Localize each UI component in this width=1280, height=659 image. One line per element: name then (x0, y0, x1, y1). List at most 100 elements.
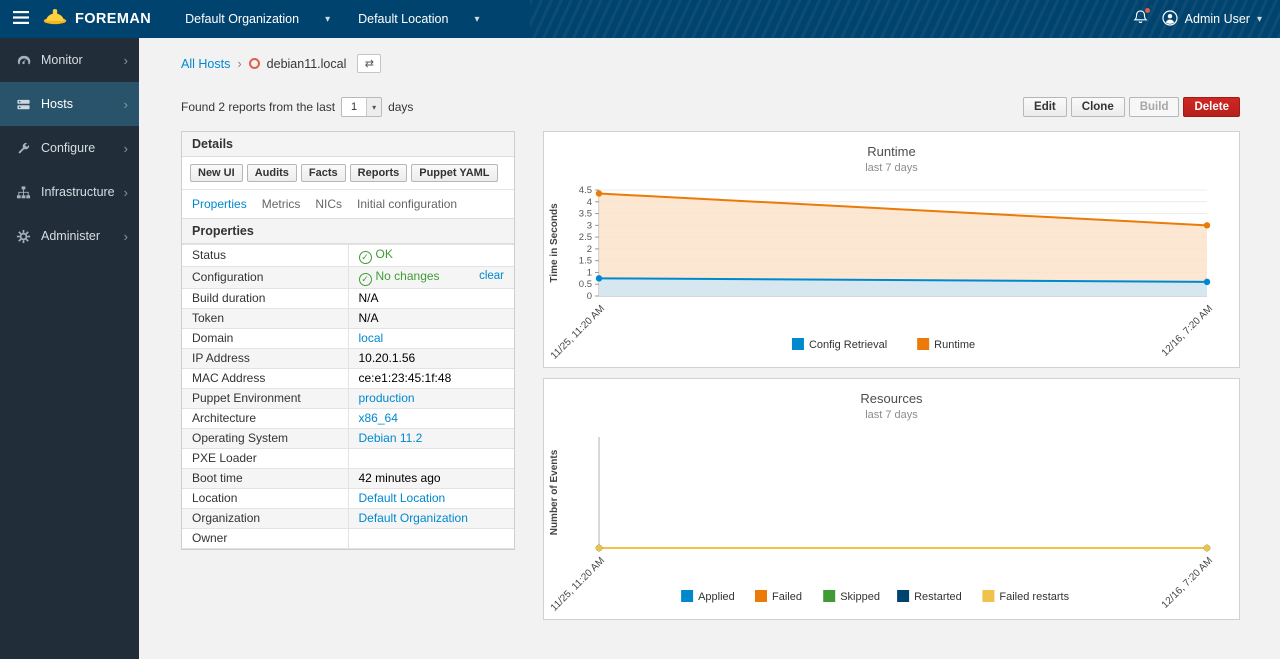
brand[interactable]: FOREMAN (42, 7, 151, 31)
menu-toggle-button[interactable] (0, 0, 42, 38)
sidebar-item-configure[interactable]: Configure › (0, 126, 139, 170)
sidebar-item-label: Infrastructure (41, 185, 115, 199)
reports-text-prefix: Found 2 reports from the last (181, 100, 335, 114)
edit-button[interactable]: Edit (1023, 97, 1067, 117)
legend-item[interactable]: Applied (681, 590, 735, 603)
reports-text-suffix: days (388, 100, 413, 114)
svg-text:2: 2 (587, 244, 592, 255)
puppet-environment-link[interactable]: production (359, 391, 415, 405)
sidebar-item-infrastructure[interactable]: Infrastructure › (0, 170, 139, 214)
property-row-status: Status ✓OK (182, 245, 514, 267)
puppet-yaml-button[interactable]: Puppet YAML (411, 164, 497, 182)
legend-label: Failed (772, 591, 802, 603)
host-action-buttons: Edit Clone Build Delete (1023, 97, 1240, 117)
svg-text:3: 3 (587, 220, 592, 231)
property-row-pxe-loader: PXE Loader (182, 449, 514, 469)
property-value: 42 minutes ago (359, 471, 441, 485)
x-tick-label: 12/16, 7:20 AM (1160, 555, 1215, 610)
resources-chart-subtitle: last 7 days (544, 409, 1239, 421)
caret-down-icon: ▾ (1257, 14, 1262, 25)
property-value: 10.20.1.56 (359, 351, 416, 365)
architecture-link[interactable]: x86_64 (359, 411, 398, 425)
tab-metrics[interactable]: Metrics (262, 197, 301, 211)
details-buttons: New UI Audits Facts Reports Puppet YAML (182, 157, 514, 190)
caret-down-icon: ▾ (366, 98, 381, 116)
organization-link[interactable]: Default Organization (359, 511, 468, 525)
clear-link[interactable]: clear (479, 269, 504, 284)
clone-button[interactable]: Clone (1071, 97, 1125, 117)
x-tick-label: 11/25, 11:20 AM (549, 555, 607, 613)
resources-chart: 11/25, 11:20 AM 12/16, 7:20 AM Number of E… (544, 423, 1239, 613)
chevron-right-icon: › (124, 97, 139, 112)
breadcrumb-all-hosts-link[interactable]: All Hosts (181, 57, 230, 71)
property-row-architecture: Architecture x86_64 (182, 409, 514, 429)
operating-system-link[interactable]: Debian 11.2 (359, 431, 423, 445)
property-label: IP Address (182, 349, 348, 369)
configure-wrench-icon (14, 141, 32, 156)
svg-text:1.5: 1.5 (579, 256, 592, 267)
y-axis-label: Number of Events (549, 449, 560, 535)
days-select-value: 1 (342, 98, 366, 116)
tab-properties[interactable]: Properties (192, 197, 247, 211)
chevron-right-icon: › (124, 141, 139, 156)
sidebar-item-administer[interactable]: Administer › (0, 214, 139, 258)
breadcrumb-separator-icon: › (237, 56, 241, 71)
legend-item[interactable]: Restarted (897, 590, 962, 603)
chevron-right-icon: › (124, 185, 139, 200)
switch-arrows-icon: ⇄ (365, 57, 374, 70)
property-label: Token (182, 309, 348, 329)
property-row-boot-time: Boot time 42 minutes ago (182, 469, 514, 489)
administer-gear-icon (14, 229, 32, 244)
hosts-server-icon (14, 97, 32, 112)
days-select[interactable]: 1 ▾ (341, 97, 382, 117)
legend-item[interactable]: Failed (755, 590, 802, 603)
property-row-puppet-environment: Puppet Environment production (182, 389, 514, 409)
notifications-button[interactable] (1133, 9, 1148, 30)
org-selector[interactable]: Default Organization ▾ (171, 0, 344, 38)
details-panel-header: Details (182, 132, 514, 157)
audits-button[interactable]: Audits (247, 164, 297, 182)
legend-item[interactable]: Runtime (917, 338, 975, 351)
domain-link[interactable]: local (359, 331, 384, 345)
new-ui-button[interactable]: New UI (190, 164, 243, 182)
user-menu[interactable]: Admin User ▾ (1162, 10, 1262, 29)
property-label: Status (182, 245, 348, 267)
tab-initial-configuration[interactable]: Initial configuration (357, 197, 457, 211)
property-row-configuration: Configuration clear✓No changes (182, 267, 514, 289)
top-navbar: FOREMAN Default Organization ▾ Default L… (0, 0, 1280, 38)
tab-nics[interactable]: NICs (315, 197, 342, 211)
svg-text:4: 4 (587, 197, 592, 208)
property-row-operating-system: Operating System Debian 11.2 (182, 429, 514, 449)
sidebar-item-hosts[interactable]: Hosts › (0, 82, 139, 126)
data-point (596, 190, 602, 196)
org-selector-label: Default Organization (185, 12, 299, 26)
legend-label: Runtime (934, 339, 975, 351)
location-link[interactable]: Default Location (359, 491, 446, 505)
data-point (1204, 279, 1210, 285)
ui-switcher-button[interactable]: ⇄ (357, 54, 381, 73)
build-button[interactable]: Build (1129, 97, 1180, 117)
foreman-logo-icon (42, 7, 68, 31)
user-icon (1162, 10, 1178, 29)
legend-item[interactable]: Config Retrieval (792, 338, 887, 351)
x-tick-label: 11/25, 11:20 AM (549, 303, 607, 361)
x-tick-label: 12/16, 7:20 AM (1160, 303, 1215, 358)
details-tabs: Properties Metrics NICs Initial configur… (182, 190, 514, 218)
status-ok-icon: ✓ (359, 251, 372, 264)
data-point (1204, 222, 1210, 228)
chevron-right-icon: › (124, 53, 139, 68)
main-content: All Hosts › debian11.local ⇄ Found 2 rep… (139, 38, 1280, 659)
delete-button[interactable]: Delete (1183, 97, 1240, 117)
resources-chart-title: Resources (544, 391, 1239, 406)
svg-text:4.5: 4.5 (579, 185, 592, 196)
legend-item[interactable]: Skipped (823, 590, 880, 603)
brand-name: FOREMAN (75, 11, 151, 27)
location-selector[interactable]: Default Location ▾ (344, 0, 493, 38)
resources-chart-card: Resources last 7 days 11/25, 11:20 AM 12/… (543, 378, 1240, 620)
reports-button[interactable]: Reports (350, 164, 408, 182)
y-axis-label: Time in Seconds (549, 203, 560, 283)
facts-button[interactable]: Facts (301, 164, 346, 182)
sidebar-item-monitor[interactable]: Monitor › (0, 38, 139, 82)
legend-item[interactable]: Failed restarts (982, 590, 1069, 603)
host-status-icon (249, 58, 260, 69)
